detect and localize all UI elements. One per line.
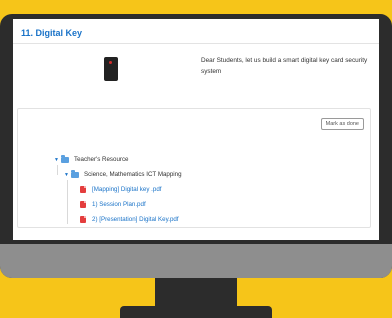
file-link-label: 1) Session Plan.pdf bbox=[92, 201, 146, 208]
tree-connector bbox=[57, 165, 58, 175]
section-description: Dear Students, let us build a smart digi… bbox=[201, 57, 368, 75]
chevron-down-icon[interactable]: ▼ bbox=[64, 172, 71, 178]
pdf-icon bbox=[80, 216, 86, 223]
tree-item-science-mapping[interactable]: ▼ Science, Mathematics ICT Mapping bbox=[64, 170, 182, 178]
tree-item-label: Teacher's Resource bbox=[74, 156, 129, 163]
tree-item-label: Science, Mathematics ICT Mapping bbox=[84, 171, 182, 178]
divider bbox=[13, 43, 379, 44]
led-indicator bbox=[109, 61, 112, 64]
mark-as-done-button[interactable]: Mark as done bbox=[320, 118, 364, 130]
monitor-stand-base bbox=[120, 306, 272, 318]
pdf-icon bbox=[80, 186, 86, 193]
tree-connector bbox=[67, 180, 68, 224]
key-card-device-image bbox=[104, 57, 118, 81]
monitor-stand bbox=[155, 278, 237, 308]
folder-icon bbox=[71, 170, 79, 178]
folder-icon bbox=[61, 155, 69, 163]
file-link-presentation[interactable]: 2) [Presentation] Digital Key.pdf bbox=[80, 216, 179, 223]
chevron-down-icon[interactable]: ▼ bbox=[54, 157, 61, 163]
screen: 11. Digital Key Dear Students, let us bu… bbox=[13, 19, 379, 240]
file-link-label: 2) [Presentation] Digital Key.pdf bbox=[92, 216, 179, 223]
resource-panel: Mark as done ▼ Teacher's Resource ▼ Scie… bbox=[17, 108, 371, 228]
file-link-mapping[interactable]: [Mapping] Digital key .pdf bbox=[80, 186, 161, 193]
section-title: 11. Digital Key bbox=[21, 28, 83, 38]
file-link-label: [Mapping] Digital key .pdf bbox=[92, 186, 162, 193]
monitor-chin bbox=[0, 244, 392, 278]
pdf-icon bbox=[80, 201, 86, 208]
file-link-session-plan[interactable]: 1) Session Plan.pdf bbox=[80, 201, 146, 208]
tree-item-teachers-resource[interactable]: ▼ Teacher's Resource bbox=[54, 155, 129, 163]
